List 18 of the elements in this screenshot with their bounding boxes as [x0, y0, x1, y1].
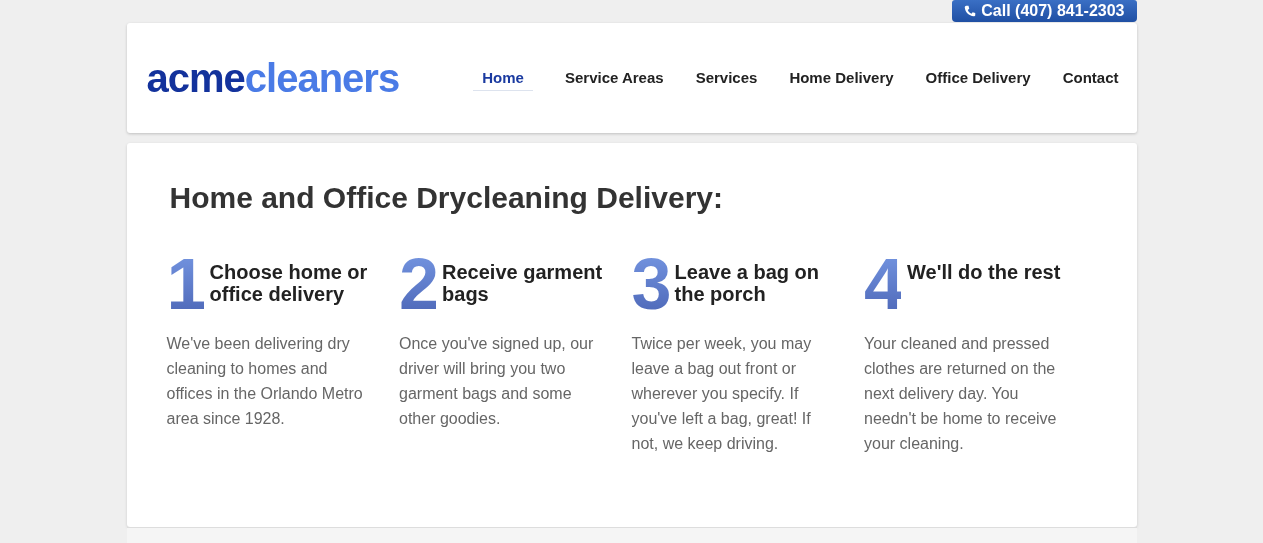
step-title: We'll do the rest: [907, 261, 1061, 283]
step-text: We've been delivering dry cleaning to homes and offices in the Orlando Metro area since 1928.: [166, 334, 364, 429]
step-text: Twice per week, you may leave a bag out front or wherever you specify. If you've left a bag, great! If not, we keep driving.: [631, 334, 813, 454]
step-title: Choose home or office delivery: [209, 261, 369, 305]
call-button[interactable]: Call (407) 841-2303: [952, 0, 1137, 22]
nav-link[interactable]: Services: [695, 65, 758, 91]
nav-link[interactable]: Home: [473, 65, 533, 91]
page-heading: Home and Office Drycleaning Delivery:: [169, 181, 724, 215]
step-title: Leave a bag on the porch: [674, 261, 821, 305]
nav-link[interactable]: Contact: [1062, 65, 1119, 91]
step-text: Your cleaned and pressed clothes are returned on the next delivery day. You needn't be home to receive your cleaning.: [864, 334, 1058, 454]
logo[interactable]: acmecleaners: [146, 55, 400, 101]
step-text: Once you've signed up, our driver will bring you two garment bags and some other goodies.: [399, 334, 595, 429]
nav-link[interactable]: Home Delivery: [789, 65, 894, 91]
nav-link[interactable]: Office Delivery: [925, 65, 1031, 91]
phone-icon: [964, 5, 977, 17]
step-title: Receive garment bags: [442, 261, 604, 305]
nav-link[interactable]: Service Areas: [564, 65, 664, 91]
